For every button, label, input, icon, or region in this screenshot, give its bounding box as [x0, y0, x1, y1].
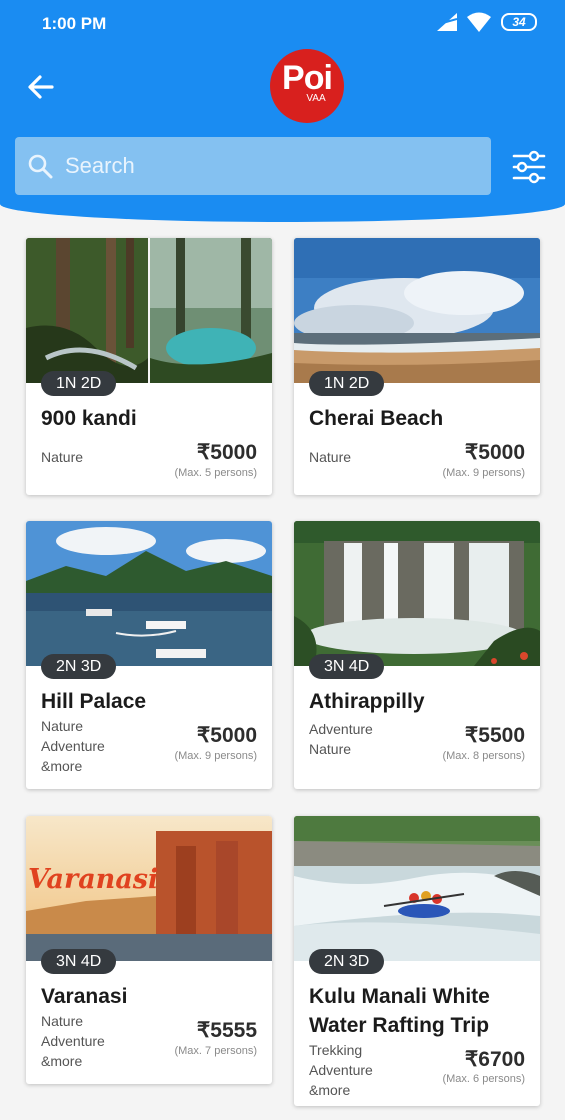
package-price: ₹5000 — [464, 441, 525, 464]
max-persons: (Max. 6 persons) — [442, 1073, 525, 1085]
package-title: Varanasi — [41, 985, 128, 1008]
duration-badge: 3N 4D — [41, 949, 117, 974]
duration-badge: 1N 2D — [41, 371, 117, 396]
package-tags: Adventure Nature — [309, 719, 373, 759]
package-card[interactable]: 2N 3D Kulu Manali White Water Rafting Tr… — [294, 816, 540, 1106]
tag: &more — [41, 1053, 83, 1069]
package-image — [294, 238, 540, 383]
status-bar: 1:00 PM 34 — [0, 0, 565, 50]
package-tags: Nature — [309, 447, 351, 467]
duration-badge: 3N 4D — [309, 654, 385, 679]
varanasi-image-text: Varanasi — [28, 864, 158, 895]
filter-button[interactable] — [511, 150, 547, 184]
max-persons: (Max. 5 persons) — [174, 467, 257, 479]
signal-icon — [437, 13, 457, 31]
max-persons: (Max. 9 persons) — [174, 750, 257, 762]
tag: Nature — [41, 718, 84, 734]
tag: Adventure — [41, 738, 105, 754]
package-price: ₹5000 — [196, 441, 257, 464]
package-price: ₹6700 — [464, 1048, 525, 1071]
package-image — [294, 816, 540, 961]
app-logo: Poi VAA — [270, 49, 344, 123]
package-image: Varanasi — [26, 816, 272, 961]
package-image — [294, 521, 540, 666]
duration-badge: 2N 3D — [309, 949, 385, 974]
max-persons: (Max. 8 persons) — [442, 750, 525, 762]
search-bar[interactable] — [15, 137, 491, 195]
package-card[interactable]: 3N 4D Athirappilly Adventure Nature ₹550… — [294, 521, 540, 789]
package-tags: Nature — [41, 447, 83, 467]
search-input[interactable] — [65, 137, 485, 195]
duration-badge: 2N 3D — [41, 654, 117, 679]
package-tags: Nature Adventure &more — [41, 1011, 105, 1071]
max-persons: (Max. 9 persons) — [442, 467, 525, 479]
package-image — [26, 521, 272, 666]
package-card[interactable]: 1N 2D 900 kandi Nature ₹5000 (Max. 5 per… — [26, 238, 272, 495]
max-persons: (Max. 7 persons) — [174, 1045, 257, 1057]
package-tags: Trekking Adventure &more — [309, 1040, 373, 1100]
tag: &more — [309, 1082, 351, 1098]
tag: Nature — [309, 741, 352, 757]
tag: Nature — [41, 449, 84, 465]
tag: Nature — [41, 1013, 84, 1029]
package-price: ₹5500 — [464, 724, 525, 747]
tag: &more — [41, 758, 83, 774]
tag: Nature — [309, 449, 352, 465]
search-icon — [28, 154, 53, 179]
package-tags: Nature Adventure &more — [41, 716, 105, 776]
back-button[interactable] — [24, 70, 58, 104]
tag: Adventure — [309, 721, 373, 737]
package-price: ₹5555 — [196, 1019, 257, 1042]
package-title: Hill Palace — [41, 690, 147, 713]
package-price: ₹5000 — [196, 724, 257, 747]
status-time: 1:00 PM — [42, 14, 107, 33]
package-card[interactable]: 2N 3D Hill Palace Nature Adventure &more… — [26, 521, 272, 789]
wifi-icon — [467, 12, 491, 32]
header-bar: 1:00 PM 34 Poi VAA — [0, 0, 565, 222]
package-title: Cherai Beach — [309, 407, 444, 430]
package-image — [26, 238, 272, 383]
package-title: 900 kandi — [41, 407, 137, 430]
tag: Trekking — [309, 1042, 363, 1058]
arrow-left-icon — [28, 75, 54, 99]
package-title: Kulu Manali White Water Rafting Trip — [309, 985, 490, 1037]
package-card[interactable]: Varanasi 3N 4D Varanasi Nature Adventure… — [26, 816, 272, 1084]
package-card[interactable]: 1N 2D Cherai Beach Nature ₹5000 (Max. 9 … — [294, 238, 540, 495]
tag: Adventure — [309, 1062, 373, 1078]
status-icons: 34 — [437, 12, 537, 32]
logo-text: Poi — [282, 59, 333, 97]
package-title: Athirappilly — [309, 690, 425, 713]
battery-icon: 34 — [501, 13, 537, 31]
duration-badge: 1N 2D — [309, 371, 385, 396]
tag: Adventure — [41, 1033, 105, 1049]
sliders-icon — [512, 150, 546, 184]
